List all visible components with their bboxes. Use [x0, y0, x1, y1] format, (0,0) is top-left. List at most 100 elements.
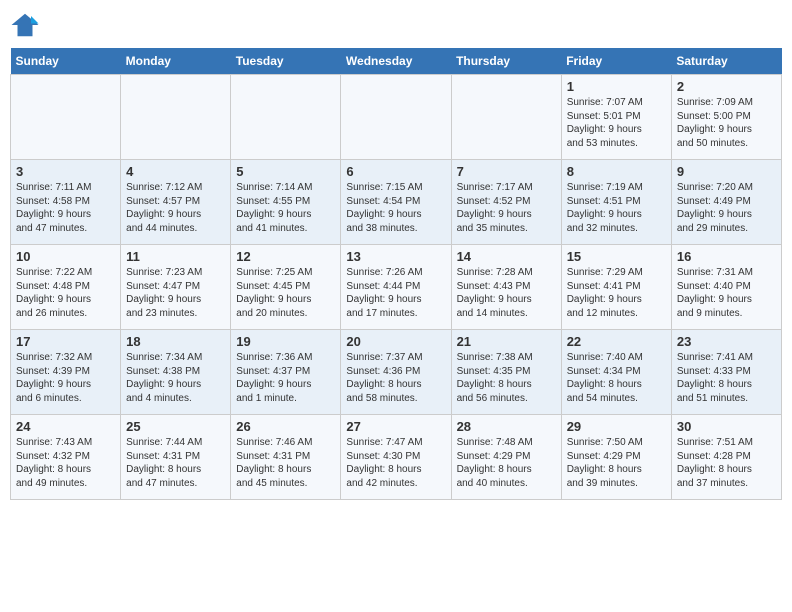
day-number: 1: [567, 79, 666, 94]
day-info: Sunrise: 7:14 AM Sunset: 4:55 PM Dayligh…: [236, 181, 335, 235]
day-info: Sunrise: 7:20 AM Sunset: 4:49 PM Dayligh…: [677, 181, 776, 235]
day-number: 7: [457, 164, 556, 179]
calendar-cell: 22 Sunrise: 7:40 AM Sunset: 4:34 PM Dayli…: [561, 330, 671, 415]
calendar-cell: 13 Sunrise: 7:26 AM Sunset: 4:44 PM Dayli…: [341, 245, 451, 330]
calendar-cell: [451, 75, 561, 160]
day-info: Sunrise: 7:29 AM Sunset: 4:41 PM Dayligh…: [567, 266, 666, 320]
day-number: 9: [677, 164, 776, 179]
day-number: 15: [567, 249, 666, 264]
day-info: Sunrise: 7:34 AM Sunset: 4:38 PM Dayligh…: [126, 351, 225, 405]
day-info: Sunrise: 7:11 AM Sunset: 4:58 PM Dayligh…: [16, 181, 115, 235]
day-number: 27: [346, 419, 445, 434]
calendar-week-row: 10 Sunrise: 7:22 AM Sunset: 4:48 PM Dayli…: [11, 245, 782, 330]
day-number: 2: [677, 79, 776, 94]
calendar-cell: 9 Sunrise: 7:20 AM Sunset: 4:49 PM Daylig…: [671, 160, 781, 245]
day-info: Sunrise: 7:09 AM Sunset: 5:00 PM Dayligh…: [677, 96, 776, 150]
calendar-cell: 15 Sunrise: 7:29 AM Sunset: 4:41 PM Dayli…: [561, 245, 671, 330]
calendar-cell: 17 Sunrise: 7:32 AM Sunset: 4:39 PM Dayli…: [11, 330, 121, 415]
day-info: Sunrise: 7:15 AM Sunset: 4:54 PM Dayligh…: [346, 181, 445, 235]
day-number: 6: [346, 164, 445, 179]
calendar-cell: 5 Sunrise: 7:14 AM Sunset: 4:55 PM Daylig…: [231, 160, 341, 245]
calendar-cell: 25 Sunrise: 7:44 AM Sunset: 4:31 PM Dayli…: [121, 415, 231, 500]
calendar-cell: [121, 75, 231, 160]
day-info: Sunrise: 7:07 AM Sunset: 5:01 PM Dayligh…: [567, 96, 666, 150]
calendar-cell: 8Sunrise: 7:19 AM Sunset: 4:51 PM Daylig…: [561, 160, 671, 245]
day-number: 3: [16, 164, 115, 179]
header-sunday: Sunday: [11, 48, 121, 75]
header-friday: Friday: [561, 48, 671, 75]
day-number: 13: [346, 249, 445, 264]
day-info: Sunrise: 7:32 AM Sunset: 4:39 PM Dayligh…: [16, 351, 115, 405]
day-number: 18: [126, 334, 225, 349]
day-info: Sunrise: 7:19 AM Sunset: 4:51 PM Dayligh…: [567, 181, 666, 235]
day-number: 14: [457, 249, 556, 264]
day-info: Sunrise: 7:50 AM Sunset: 4:29 PM Dayligh…: [567, 436, 666, 490]
day-number: 10: [16, 249, 115, 264]
calendar-cell: 20 Sunrise: 7:37 AM Sunset: 4:36 PM Dayli…: [341, 330, 451, 415]
calendar-cell: 7 Sunrise: 7:17 AM Sunset: 4:52 PM Daylig…: [451, 160, 561, 245]
day-info: Sunrise: 7:48 AM Sunset: 4:29 PM Dayligh…: [457, 436, 556, 490]
calendar-cell: 19Sunrise: 7:36 AM Sunset: 4:37 PM Dayli…: [231, 330, 341, 415]
day-info: Sunrise: 7:23 AM Sunset: 4:47 PM Dayligh…: [126, 266, 225, 320]
day-info: Sunrise: 7:31 AM Sunset: 4:40 PM Dayligh…: [677, 266, 776, 320]
header-saturday: Saturday: [671, 48, 781, 75]
calendar-cell: 2 Sunrise: 7:09 AM Sunset: 5:00 PM Daylig…: [671, 75, 781, 160]
calendar-cell: 10 Sunrise: 7:22 AM Sunset: 4:48 PM Dayli…: [11, 245, 121, 330]
header-wednesday: Wednesday: [341, 48, 451, 75]
calendar-cell: 28 Sunrise: 7:48 AM Sunset: 4:29 PM Dayli…: [451, 415, 561, 500]
header-thursday: Thursday: [451, 48, 561, 75]
day-info: Sunrise: 7:40 AM Sunset: 4:34 PM Dayligh…: [567, 351, 666, 405]
day-info: Sunrise: 7:47 AM Sunset: 4:30 PM Dayligh…: [346, 436, 445, 490]
day-info: Sunrise: 7:26 AM Sunset: 4:44 PM Dayligh…: [346, 266, 445, 320]
day-number: 11: [126, 249, 225, 264]
day-number: 21: [457, 334, 556, 349]
calendar-cell: [341, 75, 451, 160]
day-info: Sunrise: 7:22 AM Sunset: 4:48 PM Dayligh…: [16, 266, 115, 320]
day-info: Sunrise: 7:44 AM Sunset: 4:31 PM Dayligh…: [126, 436, 225, 490]
calendar-cell: 4 Sunrise: 7:12 AM Sunset: 4:57 PM Daylig…: [121, 160, 231, 245]
day-info: Sunrise: 7:17 AM Sunset: 4:52 PM Dayligh…: [457, 181, 556, 235]
day-number: 5: [236, 164, 335, 179]
day-info: Sunrise: 7:41 AM Sunset: 4:33 PM Dayligh…: [677, 351, 776, 405]
logo-icon: [10, 10, 40, 40]
calendar-cell: 24Sunrise: 7:43 AM Sunset: 4:32 PM Dayli…: [11, 415, 121, 500]
day-number: 4: [126, 164, 225, 179]
calendar-week-row: 3 Sunrise: 7:11 AM Sunset: 4:58 PM Daylig…: [11, 160, 782, 245]
day-number: 26: [236, 419, 335, 434]
day-number: 16: [677, 249, 776, 264]
calendar-cell: 11 Sunrise: 7:23 AM Sunset: 4:47 PM Dayli…: [121, 245, 231, 330]
calendar-cell: 16 Sunrise: 7:31 AM Sunset: 4:40 PM Dayli…: [671, 245, 781, 330]
calendar-cell: 1 Sunrise: 7:07 AM Sunset: 5:01 PM Daylig…: [561, 75, 671, 160]
header-tuesday: Tuesday: [231, 48, 341, 75]
calendar-cell: 21 Sunrise: 7:38 AM Sunset: 4:35 PM Dayli…: [451, 330, 561, 415]
calendar-cell: 18 Sunrise: 7:34 AM Sunset: 4:38 PM Dayli…: [121, 330, 231, 415]
page-header: [10, 10, 782, 40]
calendar-cell: 12 Sunrise: 7:25 AM Sunset: 4:45 PM Dayli…: [231, 245, 341, 330]
day-number: 23: [677, 334, 776, 349]
calendar-cell: 14 Sunrise: 7:28 AM Sunset: 4:43 PM Dayli…: [451, 245, 561, 330]
day-info: Sunrise: 7:25 AM Sunset: 4:45 PM Dayligh…: [236, 266, 335, 320]
day-number: 28: [457, 419, 556, 434]
day-number: 20: [346, 334, 445, 349]
calendar-cell: 6 Sunrise: 7:15 AM Sunset: 4:54 PM Daylig…: [341, 160, 451, 245]
day-info: Sunrise: 7:38 AM Sunset: 4:35 PM Dayligh…: [457, 351, 556, 405]
calendar-header-row: SundayMondayTuesdayWednesdayThursdayFrid…: [11, 48, 782, 75]
calendar-week-row: 17 Sunrise: 7:32 AM Sunset: 4:39 PM Dayli…: [11, 330, 782, 415]
calendar-week-row: 1 Sunrise: 7:07 AM Sunset: 5:01 PM Daylig…: [11, 75, 782, 160]
day-number: 29: [567, 419, 666, 434]
calendar-cell: 23 Sunrise: 7:41 AM Sunset: 4:33 PM Dayli…: [671, 330, 781, 415]
day-info: Sunrise: 7:37 AM Sunset: 4:36 PM Dayligh…: [346, 351, 445, 405]
day-number: 17: [16, 334, 115, 349]
day-info: Sunrise: 7:28 AM Sunset: 4:43 PM Dayligh…: [457, 266, 556, 320]
header-monday: Monday: [121, 48, 231, 75]
calendar-cell: 30Sunrise: 7:51 AM Sunset: 4:28 PM Dayli…: [671, 415, 781, 500]
day-number: 22: [567, 334, 666, 349]
day-info: Sunrise: 7:12 AM Sunset: 4:57 PM Dayligh…: [126, 181, 225, 235]
day-number: 12: [236, 249, 335, 264]
calendar-cell: [11, 75, 121, 160]
day-info: Sunrise: 7:46 AM Sunset: 4:31 PM Dayligh…: [236, 436, 335, 490]
calendar-cell: 26 Sunrise: 7:46 AM Sunset: 4:31 PM Dayli…: [231, 415, 341, 500]
calendar-table: SundayMondayTuesdayWednesdayThursdayFrid…: [10, 48, 782, 500]
day-number: 25: [126, 419, 225, 434]
day-info: Sunrise: 7:51 AM Sunset: 4:28 PM Dayligh…: [677, 436, 776, 490]
